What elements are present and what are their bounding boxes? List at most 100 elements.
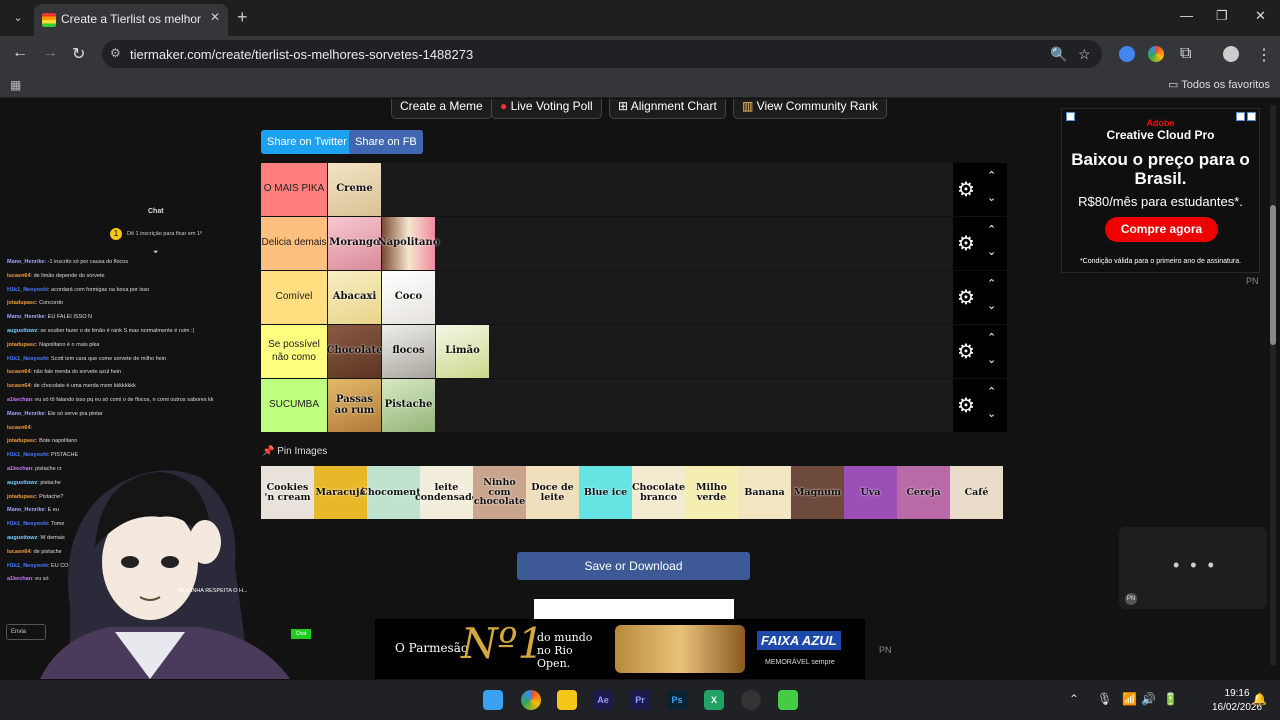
adobe-ad[interactable]: Adobe Creative Cloud Pro Baixou o preço … [1061,108,1260,273]
chat-username[interactable]: H1k1_Neoyoshi [7,356,48,362]
community-rank-button[interactable]: ▥ View Community Rank [733,99,887,119]
photoshop-icon[interactable]: Ps [667,690,687,710]
ad-cta-button[interactable]: Compre agora [1105,217,1218,242]
pool-item[interactable]: Café [950,466,1003,519]
chevron-up-icon[interactable]: ⌃ [987,223,996,236]
pool-item[interactable]: Milho verde [685,466,738,519]
app-icon[interactable] [778,690,798,710]
volume-icon[interactable]: 🔊 [1141,692,1156,706]
apps-grid-icon[interactable]: ▦ [10,78,21,92]
chevron-up-icon[interactable]: ⌃ [987,277,996,290]
restore-icon[interactable]: ❐ [1216,8,1228,24]
close-window-icon[interactable]: ✕ [1255,8,1266,24]
address-bar[interactable]: ⚙ tiermaker.com/create/tierlist-os-melho… [102,40,1102,68]
scrollbar-thumb[interactable] [1270,205,1276,345]
wifi-icon[interactable]: 📶 [1122,692,1137,706]
tier-item[interactable]: Creme [328,163,381,216]
chevron-down-icon[interactable]: ⌄ [987,353,996,366]
create-meme-button[interactable]: Create a Meme [391,99,492,119]
obs-icon[interactable] [741,690,761,710]
pool-item[interactable]: Ninho com chocolate [473,466,526,519]
tier-label[interactable]: O MAIS PIKA [261,163,327,216]
forward-icon[interactable]: → [42,44,58,62]
chat-username[interactable]: augusttowz [7,328,37,334]
chat-username[interactable]: lucasn64 [7,369,31,375]
extension-icon[interactable] [1119,46,1135,62]
tier-item[interactable]: Morango [328,217,381,270]
pool-item[interactable]: leite condensado [415,466,478,519]
chevron-down-icon[interactable]: ⌄ [987,245,996,258]
bookmark-star-icon[interactable]: ☆ [1078,46,1091,63]
tier-item[interactable]: Passas ao rum [328,379,381,432]
chat-send-input[interactable]: Envia [6,624,46,640]
pool-item[interactable]: Cereja [897,466,950,519]
chat-username[interactable]: a1kechan [7,397,32,403]
new-tab-icon[interactable]: + [237,7,248,28]
chat-tab-badge[interactable]: Chat [291,629,311,639]
zoom-icon[interactable]: 🔍 [1050,46,1067,63]
notifications-icon[interactable]: 🔔 [1252,692,1267,706]
gear-icon[interactable]: ⚙ [957,231,975,256]
tier-item[interactable]: Pistache [382,379,435,432]
chevron-up-icon[interactable]: ⌃ [987,331,996,344]
start-icon[interactable] [483,690,503,710]
pool-item[interactable]: Magnum [791,466,844,519]
battery-icon[interactable]: 🔋 [1163,692,1178,706]
active-tab[interactable]: Create a Tierlist os melhores sorvetes ✕ [34,4,228,36]
reload-icon[interactable]: ↻ [72,44,85,64]
small-ad-banner[interactable] [534,599,734,619]
pool-item[interactable]: Chocomenta [360,466,427,519]
chevron-up-icon[interactable]: ⌃ [987,385,996,398]
all-bookmarks-folder[interactable]: ▭ Todos os favoritos [1168,78,1270,91]
chat-username[interactable]: jotadupasc [7,342,36,348]
pool-item[interactable]: Doce de leite [526,466,579,519]
chat-username[interactable]: H1k1_Neoyoshi [7,287,48,293]
excel-icon[interactable]: X [704,690,724,710]
gear-icon[interactable]: ⚙ [957,393,975,418]
tier-item[interactable]: Chocolate [327,325,382,378]
gear-icon[interactable]: ⚙ [957,285,975,310]
back-icon[interactable]: ← [12,44,28,62]
page-scrollbar[interactable] [1270,105,1276,665]
gear-icon[interactable]: ⚙ [957,177,975,202]
after-effects-icon[interactable]: Ae [593,690,613,710]
share-twitter-button[interactable]: Share on Twitter [261,130,353,154]
chat-username[interactable]: lucasn64 [7,273,31,279]
site-info-icon[interactable]: ⚙ [110,46,121,60]
floating-widget[interactable]: • • • PN [1119,527,1267,609]
minimize-icon[interactable]: — [1180,8,1193,23]
file-explorer-icon[interactable] [557,690,577,710]
chat-username[interactable]: Mano_Henrike [7,314,45,320]
tier-item[interactable]: flocos [382,325,435,378]
tier-item[interactable]: Napolitano [378,217,439,270]
pool-item[interactable]: Uva [844,466,897,519]
pool-item[interactable]: Blue ice [579,466,632,519]
parmesao-ad[interactable]: O Parmesão Nº1 do mundo no Rio Open. FAI… [375,619,865,679]
tier-item[interactable]: Abacaxi [328,271,381,324]
tier-label[interactable]: Delicia demais [261,217,327,270]
alignment-chart-button[interactable]: ⊞ Alignment Chart [609,99,726,119]
color-extension-icon[interactable] [1148,46,1164,62]
chat-username[interactable]: jotadupasc [7,300,36,306]
chrome-icon[interactable] [521,690,541,710]
close-tab-icon[interactable]: ✕ [210,10,220,24]
live-voting-poll-button[interactable]: ● Live Voting Poll [491,99,602,119]
tray-chevron-icon[interactable]: ⌃ [1069,692,1079,706]
pool-item[interactable]: Banana [738,466,791,519]
chat-username[interactable]: lucasn64 [7,383,31,389]
chevron-up-icon[interactable]: ⌃ [987,169,996,182]
chevron-down-icon[interactable]: ⌄ [987,299,996,312]
tier-item[interactable]: Coco [382,271,435,324]
share-fb-button[interactable]: Share on FB [349,130,423,154]
pool-item[interactable]: Chocolate branco [632,466,685,519]
save-download-button[interactable]: Save or Download [517,552,750,580]
chevron-down-icon[interactable]: ⌄ [987,407,996,420]
chevron-down-icon[interactable]: ⌄ [987,191,996,204]
chat-username[interactable]: Mano_Henrike [7,411,45,417]
tab-search-button[interactable]: ⌄ [8,8,28,28]
extensions-puzzle-icon[interactable]: ⧉ [1180,45,1191,63]
profile-avatar[interactable] [1223,46,1239,62]
tier-label[interactable]: Se possível não como [261,325,327,378]
tier-label[interactable]: Comível [261,271,327,324]
menu-kebab-icon[interactable]: ⋮ [1256,45,1272,65]
